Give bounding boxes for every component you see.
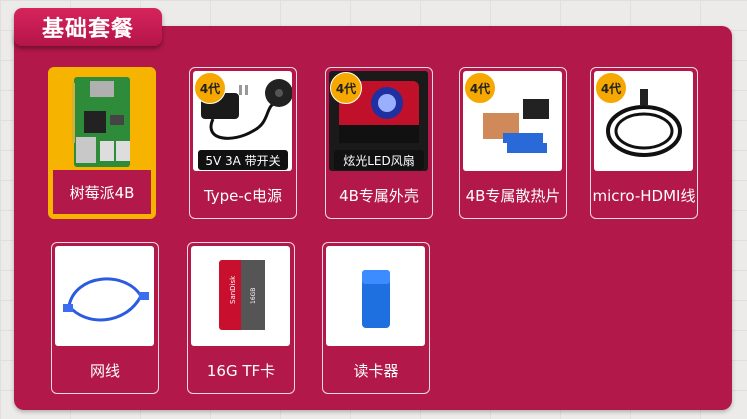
ethernet-cable-icon — [55, 246, 154, 346]
generation-badge: 4代 — [464, 72, 496, 104]
item-label: micro-HDMI线 — [592, 186, 696, 205]
item-card-hdmi[interactable]: 4代 micro-HDMI线 — [590, 67, 698, 219]
item-card-ethernet[interactable]: 网线 — [51, 242, 159, 394]
item-card-case[interactable]: 4代 炫光LED风扇 4B专属外壳 — [325, 67, 433, 219]
item-label: 4B专属外壳 — [339, 186, 419, 205]
item-label: 网线 — [89, 361, 120, 380]
card-reader-icon — [326, 246, 425, 346]
item-card-power[interactable]: 4代 5V 3A 带开关 Type-c电源 — [189, 67, 297, 219]
generation-badge: 4代 — [194, 72, 226, 104]
item-caption: 炫光LED风扇 — [334, 150, 424, 170]
item-label: 树莓派4B — [53, 170, 151, 214]
generation-badge: 4代 — [595, 72, 627, 104]
section-title-tab: 基础套餐 — [14, 8, 162, 46]
sd-brand-text: SanDisk — [229, 275, 237, 304]
sd-card-icon: SanDisk 16GB — [191, 246, 290, 346]
sd-size-text: 16GB — [250, 288, 257, 304]
section-title: 基础套餐 — [41, 17, 134, 42]
item-card-card-reader[interactable]: 读卡器 — [322, 242, 430, 394]
item-label: 16G TF卡 — [206, 361, 276, 380]
item-card-raspberry-pi[interactable]: 树莓派4B — [48, 67, 156, 219]
item-label: 4B专属散热片 — [465, 186, 561, 205]
item-label: Type-c电源 — [203, 186, 283, 205]
item-card-heatsink[interactable]: 4代 4B专属散热片 — [459, 67, 567, 219]
item-label: 读卡器 — [353, 361, 399, 380]
item-card-sd[interactable]: SanDisk 16GB 16G TF卡 — [187, 242, 295, 394]
item-caption: 5V 3A 带开关 — [198, 150, 288, 170]
generation-badge: 4代 — [330, 72, 362, 104]
raspberry-pi-board-icon — [52, 71, 151, 171]
